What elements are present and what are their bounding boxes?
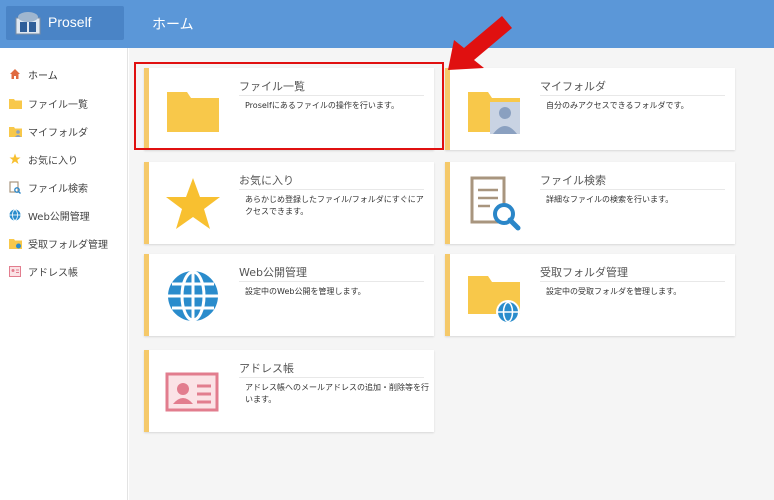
address-book-icon — [165, 372, 219, 412]
file-search-icon — [470, 176, 521, 231]
card-title: アドレス帳 — [239, 362, 294, 375]
globe-icon — [168, 270, 218, 322]
card-description: 詳細なファイルの検索を行います。 — [546, 195, 674, 204]
highlight-box — [134, 62, 444, 150]
card-web-publish[interactable]: Web公開管理 設定中のWeb公開を管理します。 — [144, 254, 434, 336]
sidebar-item-home[interactable]: ホーム — [8, 63, 126, 85]
logo[interactable]: Proself — [6, 6, 124, 40]
globe-icon — [8, 208, 22, 222]
sidebar-item-label: お気に入り — [28, 155, 78, 167]
sidebar-item-label: Web公開管理 — [28, 211, 90, 223]
sidebar-item-my-folder[interactable]: マイフォルダ — [8, 120, 126, 142]
sidebar-item-favorites[interactable]: お気に入り — [8, 148, 126, 170]
home-icon — [8, 67, 22, 81]
card-title: マイフォルダ — [540, 80, 606, 93]
card-description: あらかじめ登録したファイル/フォルダにすぐにアクセスできます。 — [245, 195, 424, 216]
sidebar: ホーム ファイル一覧 マイフォルダ お気に入り ファイル検索 Web公開管理 受… — [0, 48, 128, 500]
sidebar-item-label: ファイル検索 — [28, 183, 88, 195]
card-title: お気に入り — [239, 174, 294, 187]
address-book-icon — [8, 264, 22, 278]
card-file-search[interactable]: ファイル検索 詳細なファイルの検索を行います。 — [445, 162, 735, 244]
folder-icon — [8, 96, 22, 110]
card-description: 設定中の受取フォルダを管理します。 — [546, 287, 682, 296]
top-header: Proself ホーム — [0, 0, 774, 48]
card-divider — [239, 377, 424, 378]
card-title: Web公開管理 — [239, 266, 307, 279]
receive-folder-icon — [468, 276, 520, 324]
pointer-arrow-icon — [448, 16, 512, 70]
file-search-icon — [8, 180, 22, 194]
card-divider — [540, 281, 725, 282]
sidebar-item-file-search[interactable]: ファイル検索 — [8, 176, 126, 198]
sidebar-item-label: アドレス帳 — [28, 267, 78, 279]
sidebar-item-label: マイフォルダ — [28, 127, 88, 139]
sidebar-item-label: ファイル一覧 — [28, 99, 88, 111]
my-folder-icon — [8, 124, 22, 138]
sidebar-item-label: 受取フォルダ管理 — [28, 239, 108, 251]
logo-text: Proself — [48, 14, 92, 30]
card-receive-folder[interactable]: 受取フォルダ管理 設定中の受取フォルダを管理します。 — [445, 254, 735, 336]
card-my-folder[interactable]: マイフォルダ 自分のみアクセスできるフォルダです。 — [445, 68, 735, 150]
card-description: 設定中のWeb公開を管理します。 — [245, 287, 366, 296]
card-title: 受取フォルダ管理 — [540, 266, 628, 279]
card-favorites[interactable]: お気に入り あらかじめ登録したファイル/フォルダにすぐにアクセスできます。 — [144, 162, 434, 244]
logo-icon — [15, 12, 41, 35]
star-icon — [8, 152, 22, 166]
sidebar-item-web-publish[interactable]: Web公開管理 — [8, 204, 126, 226]
sidebar-item-file-list[interactable]: ファイル一覧 — [8, 92, 126, 114]
card-divider — [239, 189, 424, 190]
receive-folder-icon — [8, 236, 22, 250]
star-icon — [166, 178, 220, 229]
card-divider — [540, 189, 725, 190]
card-description: アドレス帳へのメールアドレスの追加・削除等を行います。 — [245, 383, 429, 404]
card-title: ファイル検索 — [540, 174, 606, 187]
sidebar-item-address-book[interactable]: アドレス帳 — [8, 260, 126, 282]
card-address-book[interactable]: アドレス帳 アドレス帳へのメールアドレスの追加・削除等を行います。 — [144, 350, 434, 432]
my-folder-icon — [468, 92, 520, 134]
card-divider — [540, 95, 725, 96]
card-description: 自分のみアクセスできるフォルダです。 — [546, 101, 689, 110]
page-title: ホーム — [152, 17, 194, 33]
sidebar-item-label: ホーム — [28, 70, 58, 82]
card-divider — [239, 281, 424, 282]
sidebar-item-receive-folder[interactable]: 受取フォルダ管理 — [8, 232, 126, 254]
